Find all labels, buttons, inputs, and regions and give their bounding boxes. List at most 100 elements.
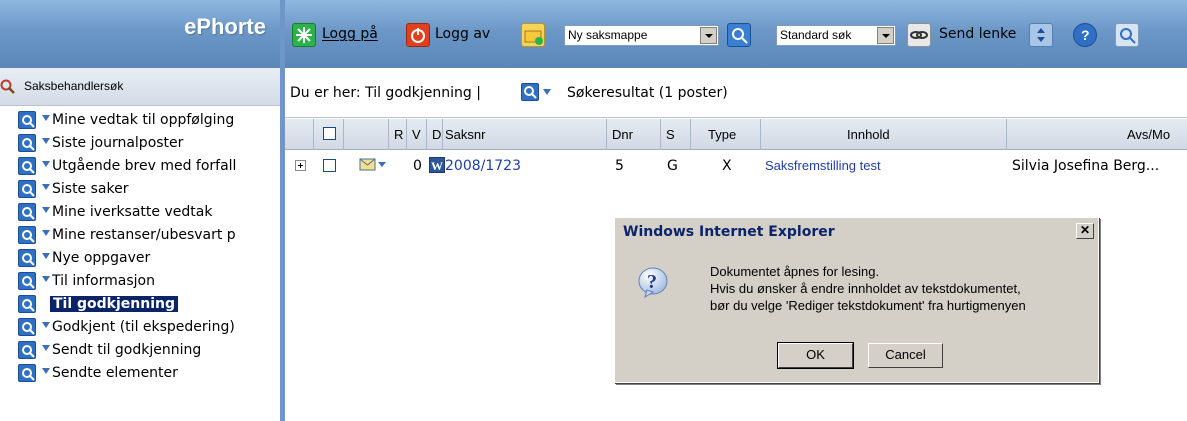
dropdown-arrow-icon[interactable] [42,161,50,167]
mail-status-icon[interactable] [359,158,387,172]
dropdown-arrow-icon[interactable] [42,115,50,121]
col-r[interactable]: R [389,119,407,150]
search-item-mine-vedtak[interactable]: Mine vedtak til oppfølging [0,109,280,132]
search-item-godkjent[interactable]: Godkjent (til ekspedering) [0,316,280,339]
col-dnr[interactable]: Dnr [607,119,661,150]
col-saksnr[interactable]: Saksnr [443,119,607,150]
result-table-header: R V D Saksnr Dnr S Type Innhold Avs/Mo [285,119,1187,150]
new-case-folder-select[interactable]: Ny saksmappe [564,25,719,46]
col-avs-label: Avs/Mo [1127,127,1171,142]
logout-icon[interactable] [406,23,430,47]
search-item-til-informasjon[interactable]: Til informasjon [0,270,280,293]
col-type[interactable]: Type [691,119,761,150]
search-item-til-godkjenning[interactable]: Til godkjenning [0,293,280,316]
search-item-sendt-til-godkjenning[interactable]: Sendt til godkjenning [0,339,280,362]
ie-dialog: Windows Internet Explorer ✕ ? Dokumentet… [614,217,1099,383]
magnifier-icon [18,364,36,382]
left-pane: ePhorte Saksbehandlersøk Mine vedtak til… [0,0,280,421]
search-type-select[interactable]: Standard søk [776,25,896,46]
dropdown-arrow-icon[interactable] [42,184,50,190]
search-item-siste-journalposter[interactable]: Siste journalposter [0,132,280,155]
col-s[interactable]: S [661,119,691,150]
select-all-checkbox[interactable] [323,127,336,140]
dropdown-arrow-icon[interactable] [42,253,50,259]
chevron-down-icon[interactable] [700,27,717,44]
col-v-label: V [412,127,421,142]
search-item-label: Sendte elementer [52,365,178,381]
row-type-value: X [722,158,732,174]
dropdown-arrow-icon[interactable] [42,322,50,328]
row-avs-value: Silvia Josefina Berg... [1012,158,1160,174]
magnifier-icon [18,318,36,336]
col-expand [285,119,314,150]
search-item-label: Til godkjenning [50,296,179,312]
logout-button[interactable]: Logg av [435,26,490,42]
col-actions [344,119,389,150]
dropdown-arrow-icon[interactable] [42,207,50,213]
col-s-label: S [666,127,675,142]
col-v[interactable]: V [407,119,427,150]
search-item-sendte-elementer[interactable]: Sendte elementer [0,362,280,385]
search-item-mine-iverksatte-vedtak[interactable]: Mine iverksatte vedtak [0,201,280,224]
new-folder-icon[interactable] [521,23,545,47]
row-s-value: G [667,158,678,174]
search-item-nye-oppgaver[interactable]: Nye oppgaver [0,247,280,270]
search-item-label: Nye oppgaver [52,250,151,266]
word-document-icon[interactable]: W [429,157,445,173]
dropdown-arrow-icon[interactable] [42,230,50,236]
col-avs[interactable]: Avs/Mo [1007,119,1187,150]
magnifier-icon [18,341,36,359]
question-icon: ? [638,267,668,298]
dropdown-arrow-icon[interactable] [42,299,50,305]
dropdown-arrow-icon[interactable] [543,89,551,95]
col-r-label: R [394,127,404,142]
toolbar: Logg på Logg av Ny saksmappe Standard sø… [285,0,1187,68]
dropdown-arrow-icon[interactable] [42,345,50,351]
search-icon[interactable] [1115,23,1139,47]
search-icon[interactable] [727,23,751,47]
cancel-button[interactable]: Cancel [868,343,943,368]
row-checkbox[interactable] [323,159,336,172]
row-v-value: 0 [413,158,422,174]
dropdown-arrow-icon[interactable] [42,276,50,282]
dialog-message: Dokumentet åpnes for lesing. Hvis du øns… [710,263,1026,314]
magnifier-icon [18,295,36,313]
app-logo: ePhorte [0,0,280,68]
dialog-message-line1: Dokumentet åpnes for lesing. [710,264,880,279]
col-d[interactable]: D [427,119,443,150]
help-icon[interactable]: ? [1073,23,1097,47]
login-button[interactable]: Logg på [322,26,378,42]
search-item-label: Til informasjon [52,273,155,289]
dropdown-arrow-icon[interactable] [42,138,50,144]
search-item-mine-restanser[interactable]: Mine restanser/ubesvart p [0,224,280,247]
send-link-button[interactable]: Send lenke [939,26,1016,42]
magnifier-icon[interactable] [521,83,539,101]
search-item-utgaende-brev[interactable]: Utgående brev med forfall [0,155,280,178]
dropdown-arrow-icon[interactable] [42,368,50,374]
dialog-title: Windows Internet Explorer [623,224,835,240]
magnifier-icon [18,111,36,129]
row-dnr-value: 5 [615,158,624,174]
send-link-icon[interactable] [907,23,931,47]
magnifier-icon [18,226,36,244]
dialog-titlebar[interactable]: Windows Internet Explorer ✕ [617,220,1096,242]
svg-text:?: ? [647,271,657,293]
breadcrumb: Du er her: Til godkjenning | Søkeresulta… [285,68,1187,118]
saksnr-link[interactable]: 2008/1723 [445,158,521,174]
col-select-all [314,119,344,150]
dialog-message-line3: bør du velge 'Rediger tekstdokument' fra… [710,298,1026,313]
login-icon[interactable] [292,23,316,47]
chevron-down-icon[interactable] [877,27,894,44]
svg-text:?: ? [1081,27,1090,43]
table-row[interactable]: 0 W 2008/1723 5 G X Saksfremstilling tes… [285,150,1187,180]
saksbehandlersok-header[interactable]: Saksbehandlersøk [0,68,280,106]
search-result-count: Søkeresultat (1 poster) [567,85,728,101]
new-case-folder-value: Ny saksmappe [568,28,648,42]
ok-button[interactable]: OK [777,342,854,369]
col-innhold[interactable]: Innhold [761,119,1007,150]
expand-row-icon[interactable] [295,160,306,171]
search-item-siste-saker[interactable]: Siste saker [0,178,280,201]
innhold-link[interactable]: Saksfremstilling test [765,158,881,173]
updown-icon[interactable] [1029,23,1053,47]
close-icon[interactable]: ✕ [1076,223,1094,239]
